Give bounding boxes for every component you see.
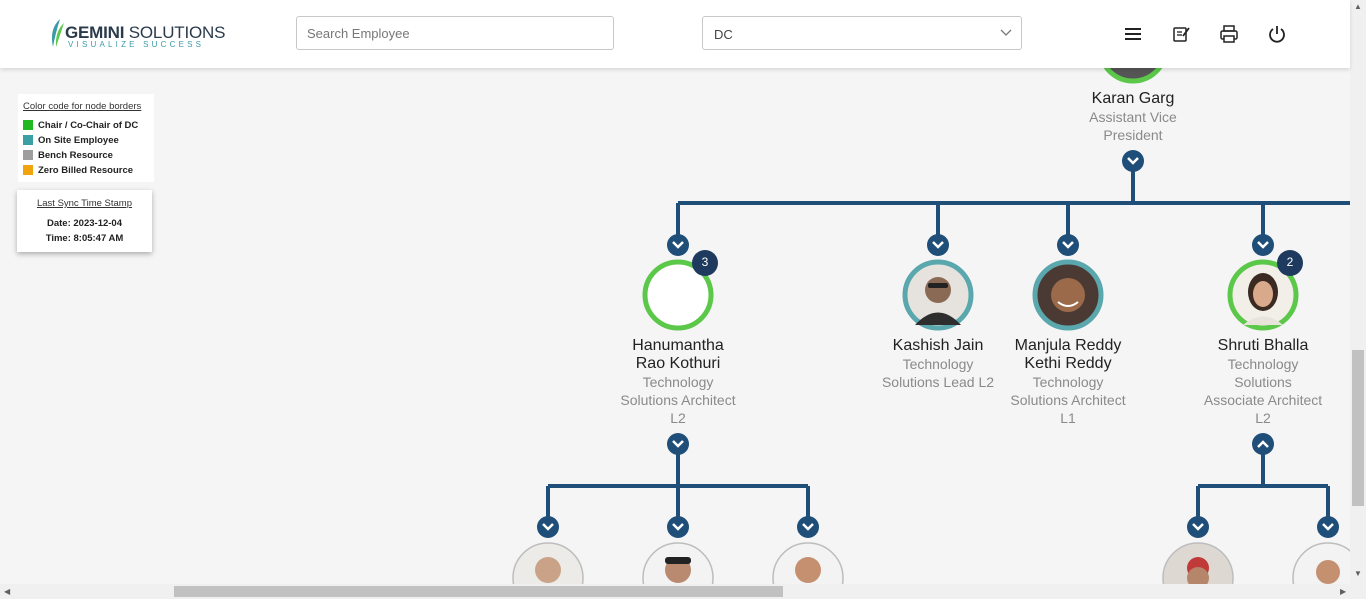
logo-tagline: VISUALIZE SUCCESS [68,40,205,49]
avatar-grandchild-1[interactable] [512,542,584,584]
scroll-left-arrow-icon[interactable]: ◀ [4,588,10,596]
org-chart-canvas [512,12,1350,584]
badge-count-hanumantha: 3 [701,255,709,269]
sync-title: Last Sync Time Stamp [36,198,133,209]
legend-swatch-green [23,120,33,130]
avatar-grandchild-4[interactable] [1162,542,1234,584]
avatar-grandchild-3[interactable] [772,542,844,584]
legend-swatch-grey [23,150,33,160]
expand-toggle-shruti[interactable] [1252,234,1274,256]
avatar-grandchild-5[interactable] [1292,542,1350,584]
employee-title-line-1: Technology [902,356,974,372]
root-title-line-1: Assistant Vice [1089,109,1177,125]
scroll-right-arrow-icon[interactable]: ▶ [1340,588,1346,596]
employee-title-line-2: Solutions Architect [620,392,736,408]
chevron-down-icon [1000,29,1012,36]
employee-title-line-1: Technology [1032,374,1104,390]
expand-toggle-grandchild-4[interactable] [1187,516,1209,538]
notes-icon[interactable] [1171,24,1191,44]
scroll-up-arrow-icon[interactable]: ▲ [1354,3,1362,11]
employee-name-line-2: Kethi Reddy [1024,355,1112,372]
avatar-kashish[interactable] [902,259,974,331]
employee-title-line-4: L2 [1255,410,1271,426]
badge-count-shruti: 2 [1286,255,1294,269]
legend-label: Bench Resource [38,150,113,161]
employee-name-line-1: Hanumantha [632,337,724,354]
legend-label: On Site Employee [38,135,119,146]
employee-title-line-2: Solutions [1234,374,1292,390]
expand-toggle-grandchild-5[interactable] [1317,516,1339,538]
legend-label: Zero Billed Resource [38,165,134,176]
employee-title-line-1: Technology [642,374,714,390]
legend-title: Color code for node borders [23,101,142,112]
employee-title-line-2: Solutions Lead L2 [881,374,995,390]
collapse-toggle-shruti[interactable] [1252,433,1274,455]
sync-date: Date: 2023-12-04 [47,218,122,229]
print-icon[interactable] [1219,24,1239,44]
menu-icon[interactable] [1123,24,1143,44]
employee-title-line-3: L2 [670,410,686,426]
last-sync-panel: Last Sync Time Stamp Date: 2023-12-04 Ti… [17,190,152,252]
scroll-down-arrow-icon[interactable]: ▼ [1354,570,1362,578]
expand-toggle-kashish[interactable] [927,234,949,256]
avatar-grandchild-2[interactable] [642,542,714,584]
legend-swatch-teal [23,135,33,145]
legend-label: Chair / Co-Chair of DC [38,120,139,131]
employee-name-line-1: Manjula Reddy [1014,337,1122,354]
employee-title-line-1: Technology [1227,356,1299,372]
power-icon[interactable] [1267,24,1287,44]
employee-title-line-3: Associate Architect [1203,392,1323,408]
dc-select[interactable]: DC [702,16,1022,50]
employee-title-line-2: Solutions Architect [1010,392,1126,408]
employee-name-line-2: Rao Kothuri [635,355,721,372]
root-name: Karan Garg [1091,90,1175,107]
legend-swatch-orange [23,165,33,175]
root-expand-toggle[interactable] [1122,150,1144,172]
search-employee-input[interactable] [296,16,614,50]
children-toggle-hanumantha[interactable] [667,433,689,455]
color-legend: Color code for node borders Chair / Co-C… [18,94,154,182]
expand-toggle-manjula[interactable] [1057,234,1079,256]
org-chart: 3 2 Karan Garg Assistant Vice President … [0,0,1350,584]
vertical-scroll-thumb[interactable] [1352,350,1364,506]
expand-toggle-grandchild-1[interactable] [537,516,559,538]
horizontal-scroll-thumb[interactable] [174,586,783,597]
expand-toggle-grandchild-2[interactable] [667,516,689,538]
company-logo[interactable]: GEMINI SOLUTIONS VISUALIZE SUCCESS [46,17,225,51]
root-title-line-2: President [1103,127,1163,143]
leaf-logo-icon [51,19,64,47]
employee-name-line-1: Kashish Jain [892,337,984,354]
avatar-manjula[interactable] [1032,259,1104,331]
employee-name-line-1: Shruti Bhalla [1217,337,1309,354]
top-header: GEMINI SOLUTIONS VISUALIZE SUCCESS DC [0,0,1350,68]
dc-select-value: DC [714,27,733,42]
expand-toggle-grandchild-3[interactable] [797,516,819,538]
sync-time: Time: 8:05:47 AM [45,233,124,244]
employee-title-line-3: L1 [1060,410,1076,426]
expand-toggle-hanumantha[interactable] [667,234,689,256]
